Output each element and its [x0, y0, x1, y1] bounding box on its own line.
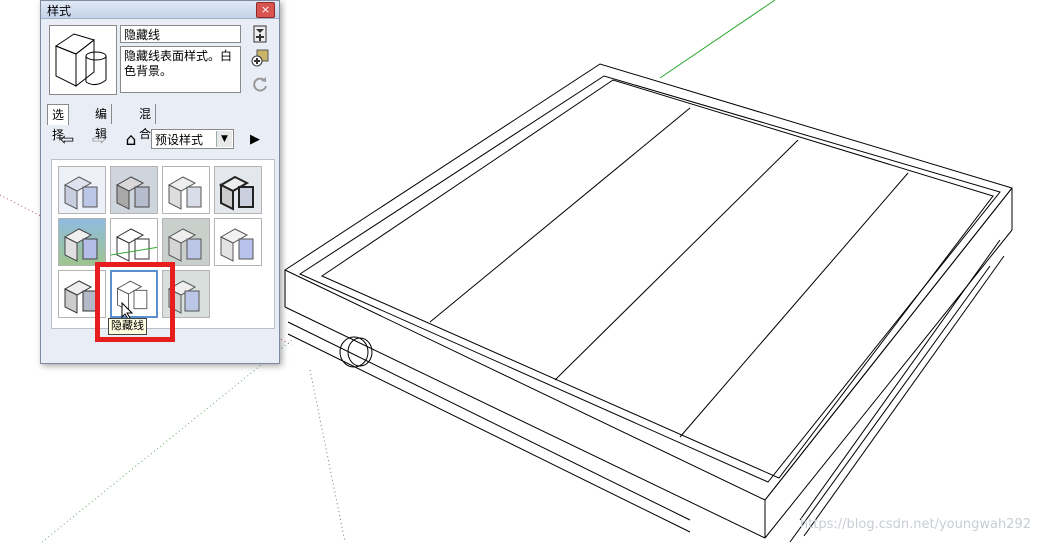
close-button[interactable]: × [256, 2, 275, 18]
collection-toolbar: ⇦ ⇨ ⌂ 预设样式 ▼ ▶ [41, 127, 279, 153]
collection-dropdown-value: 预设样式 [155, 133, 204, 147]
blue-axis-dotted [309, 369, 346, 542]
style-thumbnail[interactable] [110, 218, 158, 266]
home-icon[interactable]: ⌂ [121, 130, 141, 150]
style-thumbnail[interactable] [58, 166, 106, 214]
style-thumbnail[interactable] [214, 218, 262, 266]
style-thumbnail[interactable] [214, 166, 262, 214]
style-tooltip: 隐藏线 [108, 318, 147, 335]
style-description-input[interactable]: 隐藏线表面样式。白色背景。 [120, 46, 241, 93]
tab-select[interactable]: 选择 [47, 104, 70, 142]
collection-dropdown[interactable]: 预设样式 ▼ [151, 129, 234, 149]
panel-titlebar[interactable]: 样式 × [41, 1, 279, 19]
create-style-icon[interactable] [251, 49, 269, 67]
add-style-icon[interactable] [251, 25, 269, 43]
style-thumbnail[interactable] [162, 166, 210, 214]
back-arrow-icon[interactable]: ⇦ [57, 130, 77, 150]
green-axis-dotted [41, 339, 293, 542]
tab-edit[interactable]: 编辑 [91, 104, 113, 141]
style-thumbnail[interactable] [58, 218, 106, 266]
style-thumbnail[interactable] [110, 166, 158, 214]
panel-title: 样式 [47, 4, 72, 18]
box-model[interactable] [283, 63, 1013, 542]
style-preview-thumbnail [49, 25, 117, 95]
style-name-input[interactable]: 隐藏线 [120, 25, 241, 43]
details-icon[interactable]: ▶ [245, 130, 265, 150]
green-axis [659, 0, 776, 79]
forward-arrow-icon[interactable]: ⇨ [89, 130, 109, 150]
watermark-text: https://blog.csdn.net/youngwah292 [799, 517, 1031, 532]
chevron-down-icon[interactable]: ▼ [216, 131, 232, 147]
style-thumbnail[interactable] [162, 218, 210, 266]
update-style-icon[interactable] [251, 75, 269, 93]
tab-mix[interactable]: 混合 [135, 104, 157, 141]
